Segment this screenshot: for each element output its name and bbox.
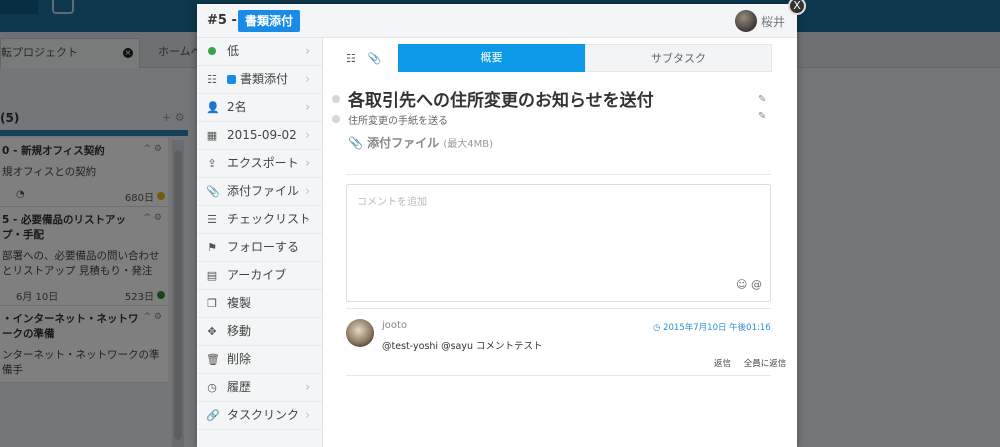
chevron-right-icon: › (305, 408, 310, 422)
sidebar-item-label: 移動 (227, 324, 252, 338)
sidebar-item-label: 書類添付 (240, 72, 289, 86)
task-number: #5 - (207, 13, 237, 28)
trash-icon: 🗑 (206, 353, 220, 366)
chevron-right-icon: › (305, 156, 310, 170)
chevron-right-icon: › (305, 212, 310, 226)
avatar[interactable] (735, 10, 757, 32)
checklist-icon: ☰ (207, 213, 217, 226)
sidebar-item-label: フォローする (227, 240, 300, 254)
sidebar-item-label: 複製 (227, 296, 252, 310)
copy-icon: ❐ (207, 297, 217, 310)
comment-author: jooto (382, 320, 408, 331)
sidebar-item-priority[interactable]: 低 › (197, 38, 322, 66)
tab-subtask[interactable]: サブタスク (585, 44, 772, 72)
sidebar-item-label: チェックリスト (227, 212, 312, 226)
sidebar-item-due-date[interactable]: ▦ 2015-09-02 › (197, 122, 322, 150)
avatar (346, 319, 374, 347)
edit-title-icon[interactable]: ✎ (758, 94, 766, 105)
sidebar-item-label: 削除 (227, 352, 252, 366)
divider (346, 308, 771, 309)
sidebar-item-label: 履歴 (227, 380, 252, 394)
chevron-right-icon: › (305, 44, 310, 58)
user-plus-icon: 👤 (206, 101, 220, 114)
sidebar-item-checklist[interactable]: ☰ チェックリスト › (197, 206, 322, 234)
reply-all-link[interactable]: 全員に返信 (744, 359, 787, 369)
modal-header: #5 - 書類添付 桜井 (197, 4, 797, 38)
comment-timestamp: ◷ 2015年7月10日 午後01:16 (653, 323, 771, 333)
sidebar-item-label: 2015-09-02 (227, 128, 297, 142)
modal-sidebar: 低 › ☷ 書類添付 › 👤 2名 › ▦ 2015-09-02 › ⇪ エクス… (197, 38, 323, 447)
sidebar-item-task-link[interactable]: 🔗 タスクリンク › (197, 402, 322, 430)
list-color-icon (227, 75, 236, 84)
task-title[interactable]: 各取引先への住所変更のお知らせを送付 (348, 86, 654, 111)
sidebar-item-copy[interactable]: ❐ 複製 (197, 290, 322, 318)
export-icon: ⇪ (207, 157, 217, 170)
list-badge[interactable]: 書類添付 (238, 10, 301, 32)
chevron-right-icon: › (305, 100, 310, 114)
task-description[interactable]: 住所変更の手紙を送る (348, 112, 448, 127)
subtitle-dot-icon (332, 115, 340, 123)
reply-link[interactable]: 返信 (714, 359, 731, 369)
divider (346, 375, 771, 376)
chevron-right-icon: › (305, 128, 310, 142)
sidebar-item-label: タスクリンク (227, 408, 300, 422)
sidebar-item-label: エクスポート (227, 156, 299, 170)
sidebar-item-history[interactable]: ◷ 履歴 › (197, 374, 322, 402)
link-icon: 🔗 (206, 409, 220, 422)
chevron-right-icon: › (305, 72, 310, 86)
chevron-right-icon: › (305, 184, 310, 198)
attachment-limit: (最大4MB) (443, 139, 493, 150)
move-icon: ✥ (207, 325, 217, 338)
sidebar-item-delete[interactable]: 🗑 削除 (197, 346, 322, 374)
divider (346, 174, 771, 175)
sidebar-item-move[interactable]: ✥ 移動 (197, 318, 322, 346)
sidebar-item-label: 低 (227, 44, 240, 58)
comment-actions: 返信 全員に返信 (704, 357, 786, 369)
follow-icon: ⚑ (207, 241, 217, 254)
sidebar-item-label: アーカイブ (227, 268, 287, 282)
sidebar-item-label: 添付ファイル (227, 184, 300, 198)
edit-description-icon[interactable]: ✎ (758, 111, 766, 122)
list-icon: ☷ (207, 73, 217, 86)
calendar-icon: ▦ (206, 129, 218, 142)
paperclip-icon[interactable]: 📎 (368, 52, 382, 65)
sidebar-item-archive[interactable]: ▤ アーカイブ (197, 262, 322, 290)
paperclip-icon: 📎 (206, 185, 220, 198)
task-modal: #5 - 書類添付 桜井 低 › ☷ 書類添付 › 👤 2名 › ▦ 2015-… (197, 4, 797, 447)
archive-icon: ▤ (206, 269, 218, 282)
sidebar-item-follow[interactable]: ⚑ フォローする (197, 234, 322, 262)
modal-content: ☷ 📎 概要 サブタスク 各取引先への住所変更のお知らせを送付 住所変更の手紙を送… (324, 38, 797, 447)
content-toolbar: ☷ 📎 (346, 52, 394, 65)
attachment-label: 添付ファイル (367, 136, 440, 150)
comment-placeholder: コメントを追加 (357, 197, 427, 208)
chevron-right-icon: › (305, 380, 310, 394)
sidebar-item-list[interactable]: ☷ 書類添付 › (197, 66, 322, 94)
priority-dot-icon (206, 38, 218, 65)
history-icon: ◷ (207, 381, 217, 394)
list-icon[interactable]: ☷ (346, 52, 356, 65)
sidebar-item-export[interactable]: ⇪ エクスポート › (197, 150, 322, 178)
user-name: 桜井 (761, 15, 786, 29)
attachment-section[interactable]: 📎 添付ファイル (最大4MB) (348, 134, 493, 151)
tab-overview[interactable]: 概要 (398, 44, 585, 72)
sidebar-item-label: 2名 (227, 100, 247, 114)
emoji-mention-icon[interactable]: ☺ @ (736, 278, 762, 291)
sidebar-item-attachment[interactable]: 📎 添付ファイル › (197, 178, 322, 206)
paperclip-icon: 📎 (348, 136, 363, 150)
comment-text: @test-yoshi @sayu コメントテスト (382, 341, 543, 352)
title-dot-icon (332, 95, 340, 103)
comment-input[interactable]: コメントを追加 ☺ @ (346, 184, 771, 302)
sidebar-item-members[interactable]: 👤 2名 › (197, 94, 322, 122)
